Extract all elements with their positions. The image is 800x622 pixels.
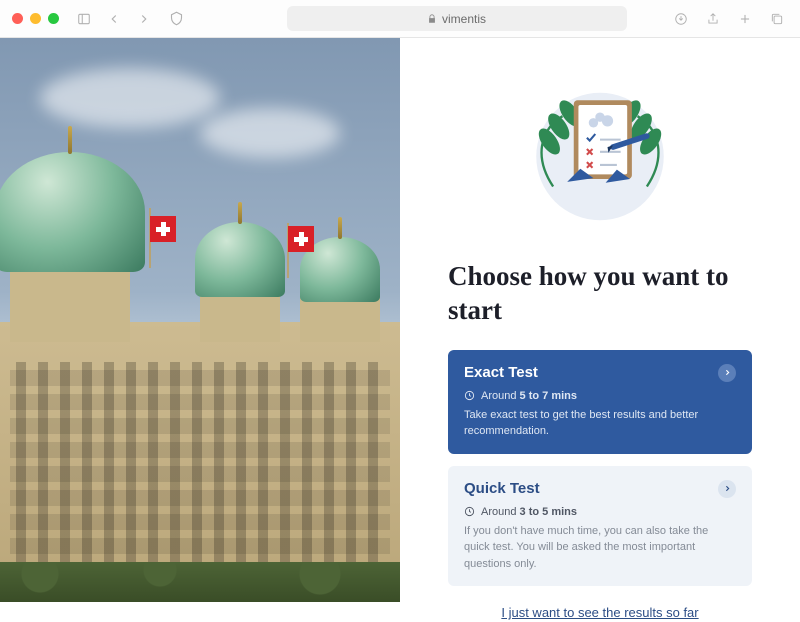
maximize-window-button[interactable] <box>48 13 59 24</box>
hero-image <box>0 38 400 602</box>
tabs-overview-button[interactable] <box>766 8 788 30</box>
sidebar-toggle-button[interactable] <box>73 8 95 30</box>
exact-test-card[interactable]: Exact Test Around 5 to 7 mins Take exact… <box>448 350 752 454</box>
card-duration: Around 3 to 5 mins <box>464 506 736 518</box>
chevron-right-icon <box>718 480 736 498</box>
swiss-flag-icon <box>288 226 314 252</box>
forward-button[interactable] <box>133 8 155 30</box>
new-tab-button[interactable] <box>734 8 756 30</box>
share-button[interactable] <box>702 8 724 30</box>
chevron-right-icon <box>718 364 736 382</box>
lock-icon <box>427 14 437 24</box>
page-content: Choose how you want to start Exact Test … <box>0 38 800 602</box>
clipboard-illustration <box>515 74 685 224</box>
address-bar[interactable]: vimentis <box>287 6 627 31</box>
card-title: Quick Test <box>464 480 540 497</box>
skip-to-results-link[interactable]: I just want to see the results so far <box>501 605 698 620</box>
card-description: If you don't have much time, you can als… <box>464 523 736 573</box>
browser-toolbar: vimentis <box>0 0 800 38</box>
privacy-report-button[interactable] <box>163 9 189 29</box>
quick-test-card[interactable]: Quick Test Around 3 to 5 mins If you don… <box>448 466 752 587</box>
close-window-button[interactable] <box>12 13 23 24</box>
card-description: Take exact test to get the best results … <box>464 407 736 440</box>
downloads-button[interactable] <box>670 8 692 30</box>
swiss-flag-icon <box>150 216 176 242</box>
address-text: vimentis <box>442 12 486 26</box>
clock-icon <box>464 390 475 401</box>
page-title: Choose how you want to start <box>448 260 752 328</box>
window-controls <box>12 13 59 24</box>
clock-icon <box>464 506 475 517</box>
card-duration: Around 5 to 7 mins <box>464 390 736 402</box>
start-panel: Choose how you want to start Exact Test … <box>400 38 800 602</box>
card-title: Exact Test <box>464 364 538 381</box>
back-button[interactable] <box>103 8 125 30</box>
minimize-window-button[interactable] <box>30 13 41 24</box>
